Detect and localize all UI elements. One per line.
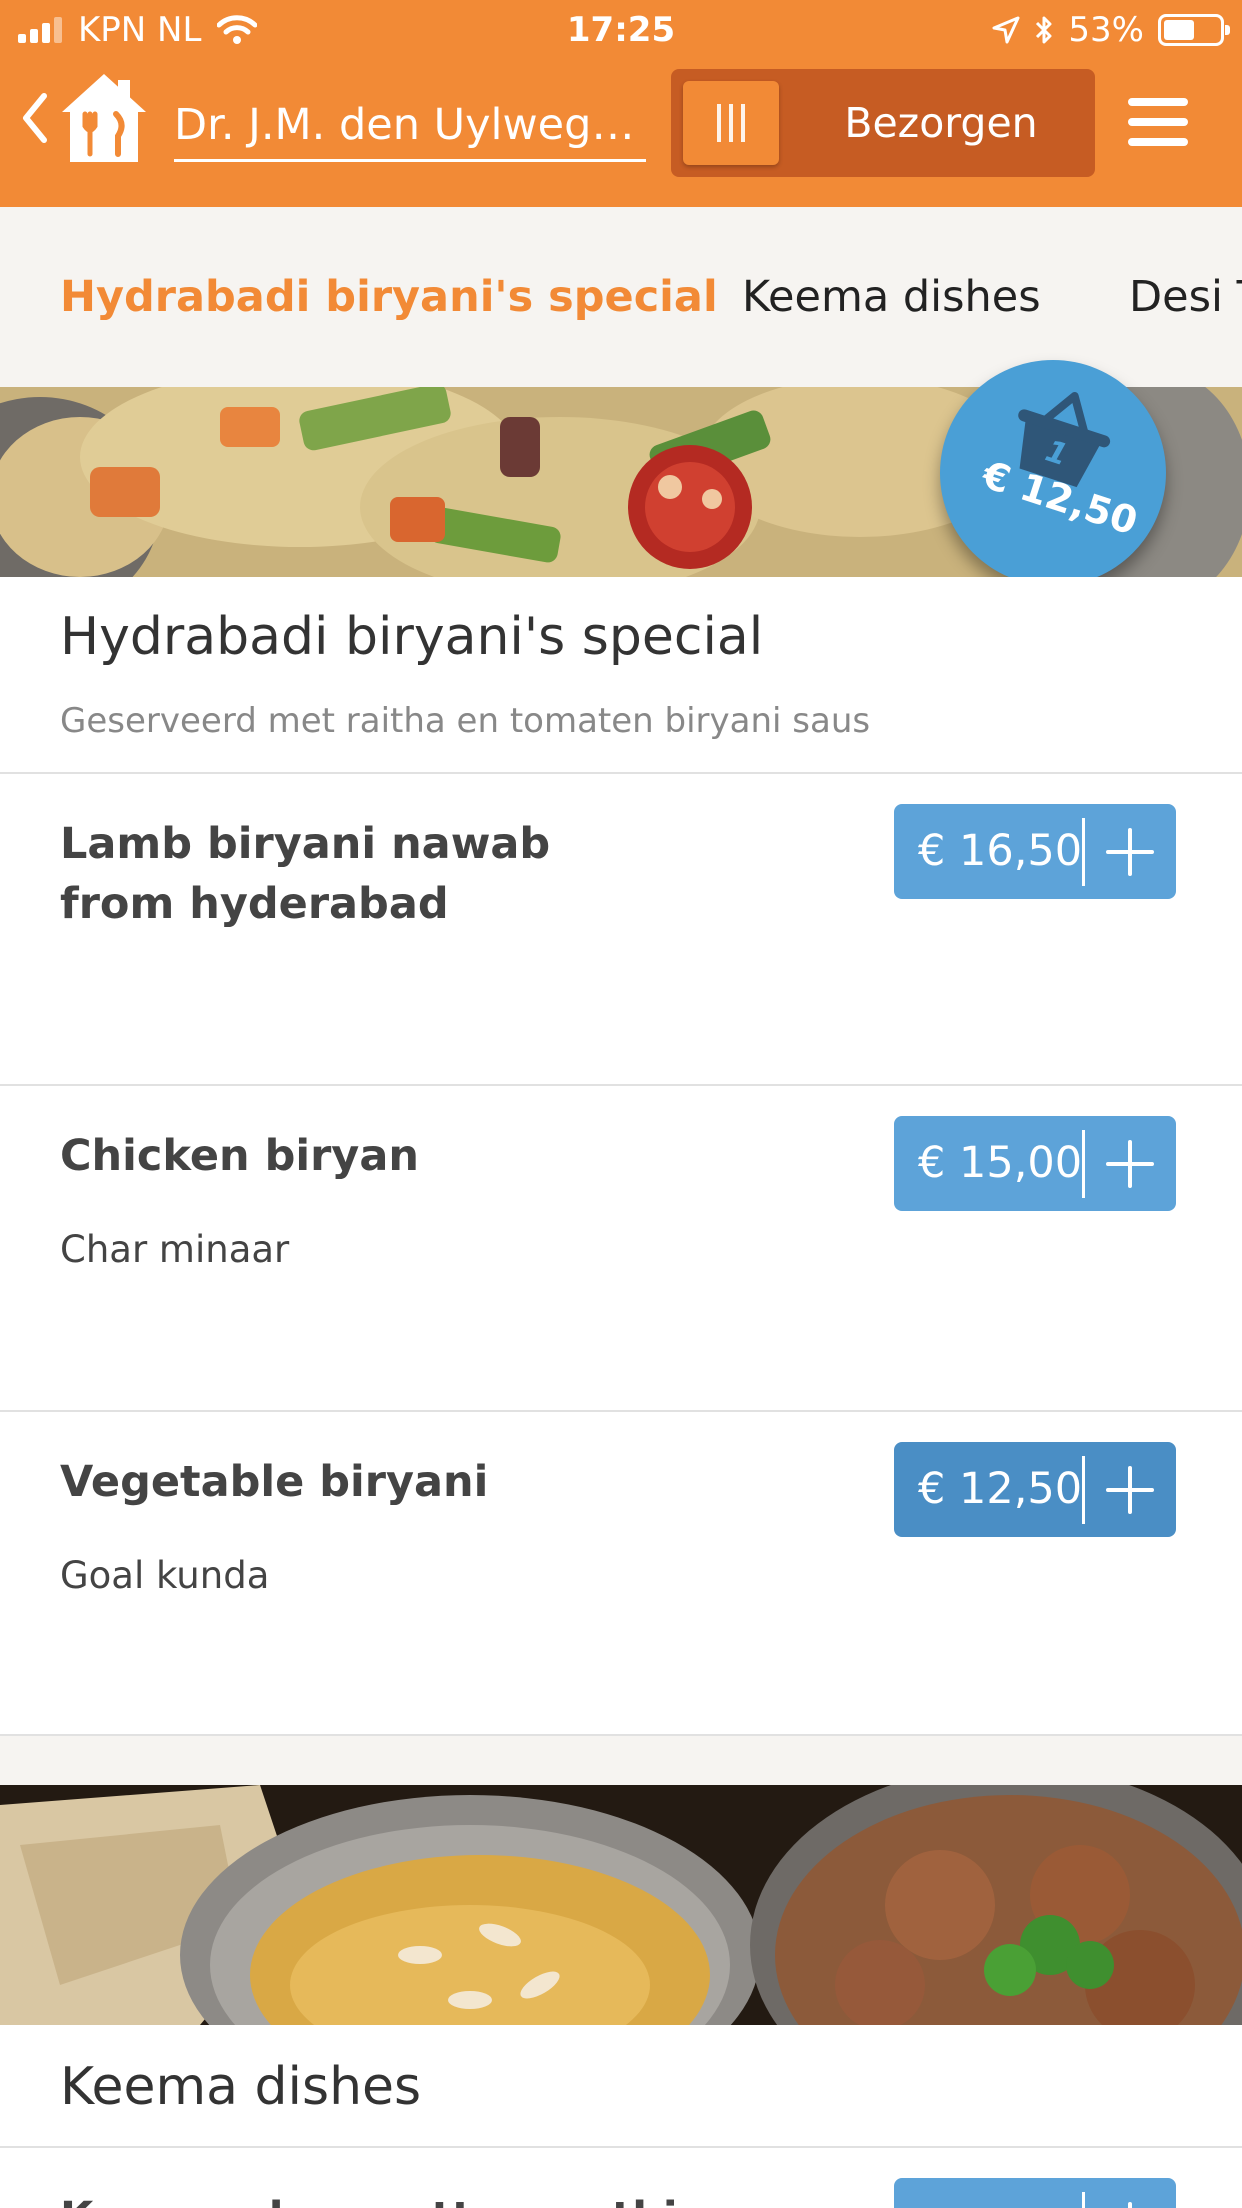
bluetooth-icon [1036,16,1052,44]
menu-item-lamb-biryani[interactable]: Lamb biryani nawab from hyderabad € 16,5… [0,774,1242,1084]
status-right: 53% [978,10,1230,50]
section-header-keema: Keema dishes [0,2025,1242,2146]
add-vegetable-biryani-button[interactable]: € 12,50 [894,1442,1176,1537]
section-title: Keema dishes [60,2057,422,2117]
delivery-address-field[interactable]: Dr. J.M. den Uylweg,... [174,100,646,162]
item-name: Keema aloo matter methi [60,2188,760,2208]
price-separator [1082,1130,1085,1198]
section-header-hydrabadi: Hydrabadi biryani's special Geserveerd m… [0,577,1242,773]
app-header: KPN NL 17:25 53% Dr. J.M. den Uylweg,...… [0,0,1242,207]
price-separator [1082,1456,1085,1524]
battery-icon [1158,14,1230,46]
plus-icon [1106,1466,1154,1514]
section-subtitle: Geserveerd met raitha en tomaten biryani… [60,701,871,741]
item-description: Char minaar [60,1228,290,1271]
restaurant-house-logo-icon[interactable] [56,68,152,168]
item-price: € 15,00 [918,1138,1083,1188]
tab-desi[interactable]: Desi T [1129,207,1242,387]
cart-bubble[interactable]: 1 € 12,50 [940,360,1166,586]
add-chicken-biryan-button[interactable]: € 15,00 [894,1116,1176,1211]
delivery-mode-toggle[interactable]: Bezorgen [671,69,1095,177]
section-title: Hydrabadi biryani's special [60,607,764,667]
status-bar: KPN NL 17:25 53% [0,0,1242,60]
plus-icon [1106,1140,1154,1188]
menu-item-chicken-biryan[interactable]: Chicken biryan Char minaar € 15,00 [0,1086,1242,1410]
item-price: € 16,50 [918,826,1083,876]
back-chevron-icon[interactable] [14,88,54,148]
plus-icon [1128,2202,1132,2208]
plus-icon [1106,828,1154,876]
menu-item-vegetable-biryani[interactable]: Vegetable biryani Goal kunda € 12,50 [0,1412,1242,1734]
battery-percent: 53% [1068,10,1144,50]
item-name: Vegetable biryani [60,1457,489,1507]
add-keema-aloo-button[interactable] [894,2178,1176,2208]
section-gap [0,1736,1242,1785]
location-arrow-icon [992,16,1020,44]
delivery-mode-label: Bezorgen [844,99,1038,147]
toggle-knob[interactable] [683,81,779,165]
item-name: Lamb biryani nawab from hyderabad [60,819,551,929]
price-separator [1082,2192,1085,2208]
tab-hydrabadi-biryani[interactable]: Hydrabadi biryani's special [60,207,718,387]
tab-keema-dishes[interactable]: Keema dishes [742,207,1041,387]
add-lamb-biryani-button[interactable]: € 16,50 [894,804,1176,899]
menu-item-keema-aloo[interactable]: Keema aloo matter methi [0,2148,1242,2208]
price-separator [1082,818,1085,886]
nav-bar: Dr. J.M. den Uylweg,... Bezorgen [0,60,1242,207]
keema-banner-image [0,1785,1242,2025]
item-description: Goal kunda [60,1554,270,1597]
item-name: Chicken biryan [60,1131,419,1181]
hamburger-menu-icon[interactable] [1128,98,1188,148]
item-price: € 12,50 [918,1464,1083,1514]
